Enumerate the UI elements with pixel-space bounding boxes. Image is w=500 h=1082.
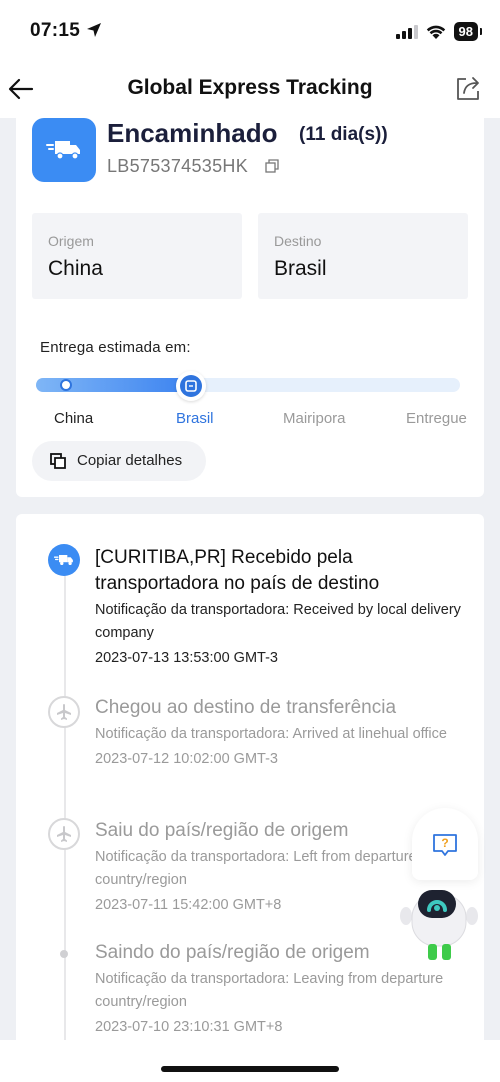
home-area bbox=[0, 1040, 500, 1082]
event-title: Saiu do país/região de origem bbox=[95, 820, 349, 841]
package-icon bbox=[180, 375, 202, 397]
eta-label: Entrega estimada em: bbox=[40, 339, 191, 356]
copy-icon[interactable] bbox=[265, 159, 279, 173]
status-bar: 07:15 98 bbox=[0, 0, 500, 62]
location-arrow-icon bbox=[87, 23, 101, 37]
event-title: [CURITIBA,PR] Recebido pela transportado… bbox=[95, 547, 380, 594]
destination-value: Brasil bbox=[274, 257, 327, 280]
tracking-number: LB575374535HK bbox=[107, 156, 249, 176]
share-icon[interactable] bbox=[454, 74, 482, 102]
shipment-summary-card: Encaminhado (11 dia(s)) LB575374535HK Or… bbox=[16, 110, 484, 497]
shipment-status: Encaminhado bbox=[107, 118, 278, 148]
event-description: Notificação da transportadora: Arrived a… bbox=[95, 726, 447, 742]
truck-icon bbox=[32, 118, 96, 182]
battery-indicator: 98 bbox=[453, 22, 483, 41]
tracking-event: [CURITIBA,PR] Recebido pela transportado… bbox=[95, 545, 465, 670]
tracking-history-card: [CURITIBA,PR] Recebido pela transportado… bbox=[16, 514, 484, 1082]
copy-details-label: Copiar detalhes bbox=[77, 452, 183, 469]
origin-box: Origem China bbox=[32, 213, 242, 299]
event-title: Chegou ao destino de transferência bbox=[95, 697, 397, 718]
help-button[interactable]: ? bbox=[412, 808, 478, 880]
step-origin: China bbox=[54, 410, 94, 427]
progress-start-marker bbox=[60, 379, 72, 391]
destination-box: Destino Brasil bbox=[258, 213, 468, 299]
step-current: Brasil bbox=[176, 410, 214, 427]
truck-icon bbox=[48, 544, 80, 576]
help-icon: ? bbox=[433, 834, 457, 856]
origin-value: China bbox=[48, 257, 103, 280]
svg-text:?: ? bbox=[441, 836, 448, 850]
wifi-icon bbox=[426, 25, 445, 39]
airplane-icon bbox=[48, 818, 80, 850]
event-time: 2023-07-10 23:10:31 GMT+8 bbox=[95, 1019, 283, 1035]
destination-label: Destino bbox=[274, 233, 322, 249]
timeline-line bbox=[64, 562, 66, 1042]
copy-icon bbox=[50, 453, 66, 469]
copy-details-button[interactable]: Copiar detalhes bbox=[32, 441, 206, 481]
page-title: Global Express Tracking bbox=[127, 76, 373, 99]
cellular-signal-icon bbox=[395, 24, 418, 39]
status-indicators: 98 bbox=[395, 22, 483, 41]
airplane-icon bbox=[48, 696, 80, 728]
event-time: 2023-07-12 10:02:00 GMT-3 bbox=[95, 751, 278, 767]
tracking-event: Chegou ao destino de transferência Notif… bbox=[95, 695, 465, 771]
timeline-dot bbox=[60, 950, 68, 958]
step-delivered: Entregue bbox=[406, 410, 467, 427]
event-description: Notificação da transportadora: Received … bbox=[95, 602, 461, 641]
event-time: 2023-07-13 13:53:00 GMT-3 bbox=[95, 650, 278, 666]
progress-current-marker bbox=[176, 371, 206, 401]
event-description: Notificação da transportadora: Leaving f… bbox=[95, 971, 444, 1010]
step-next: Mairipora bbox=[283, 410, 346, 427]
shipment-days: (11 dia(s)) bbox=[299, 124, 388, 145]
home-indicator[interactable] bbox=[161, 1066, 339, 1072]
status-time: 07:15 bbox=[30, 20, 81, 41]
origin-label: Origem bbox=[48, 233, 94, 249]
robot-assistant-icon[interactable] bbox=[398, 880, 480, 964]
